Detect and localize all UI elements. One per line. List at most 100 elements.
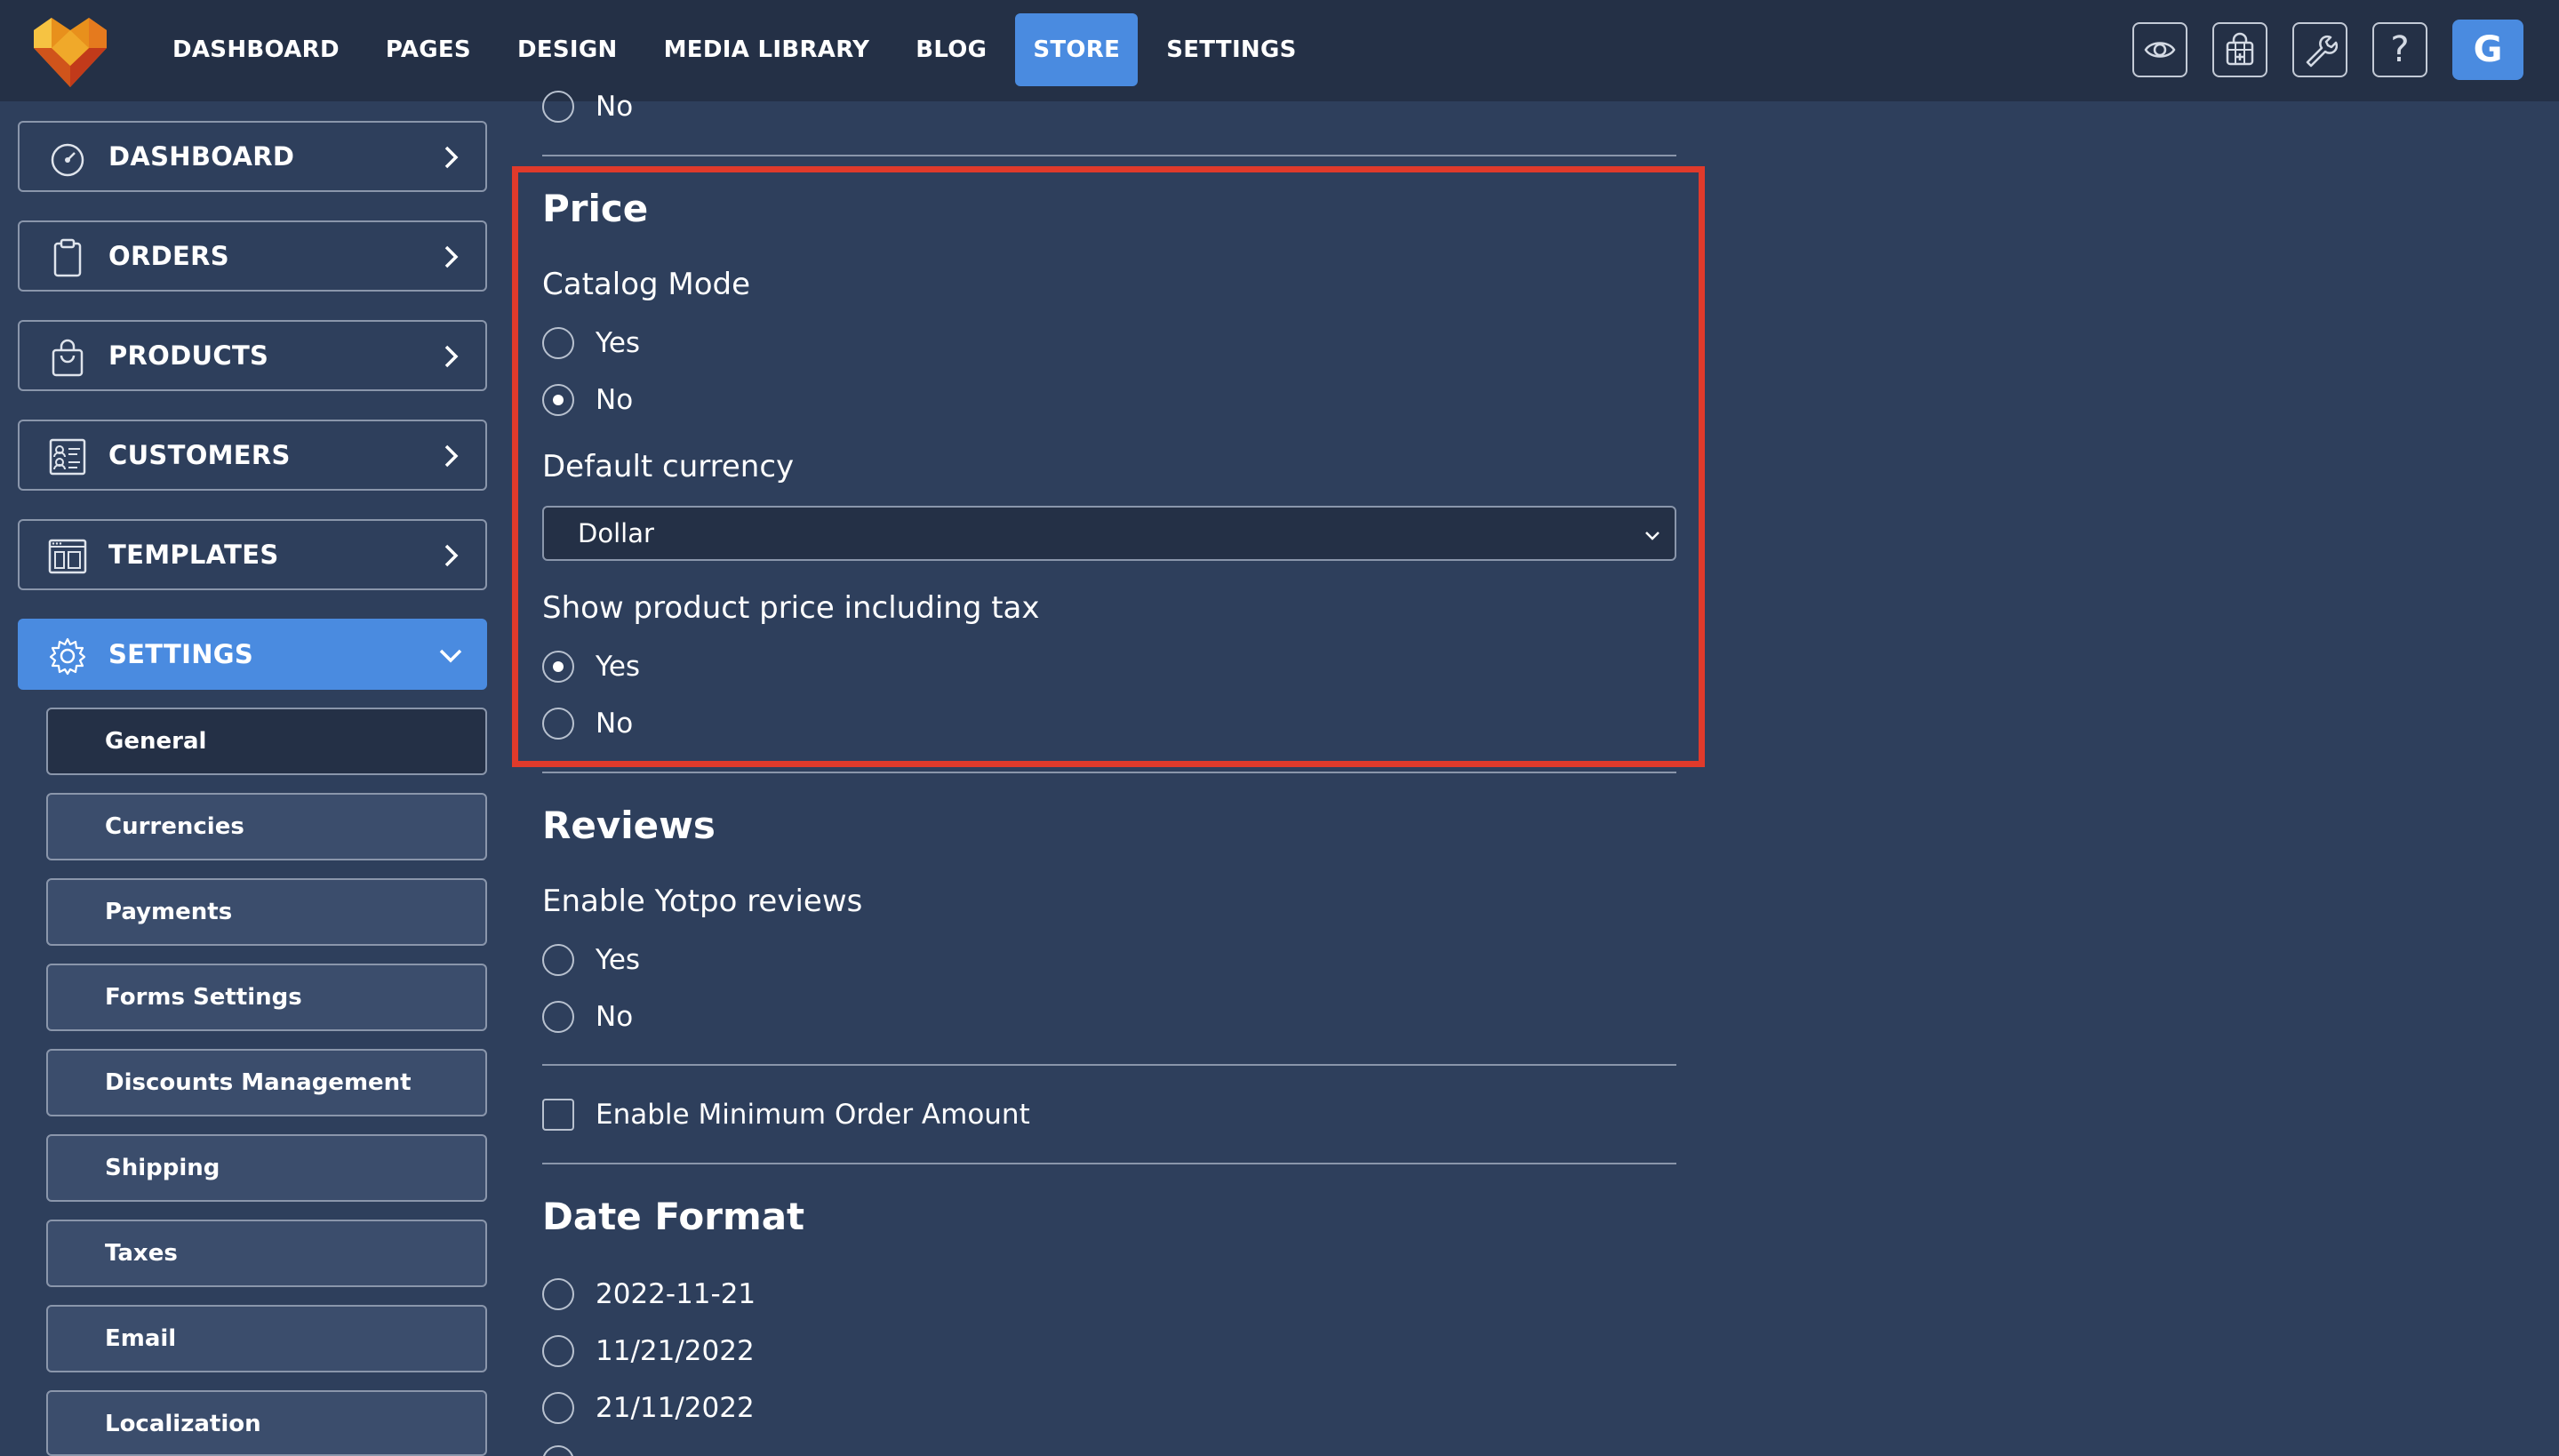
radio-label: 2022-11-21 (596, 1278, 756, 1310)
radio-label: No (596, 384, 634, 416)
user-avatar[interactable]: G (2452, 20, 2523, 80)
nav-settings[interactable]: SETTINGS (1148, 13, 1314, 86)
radio-button[interactable] (542, 708, 574, 740)
sidebar-item-customers[interactable]: CUSTOMERS (18, 420, 487, 491)
divider (542, 772, 1676, 773)
logo-icon[interactable] (32, 14, 108, 87)
sidebar-item-label: PRODUCTS (108, 340, 269, 371)
catalog-mode-yes[interactable]: Yes (542, 325, 640, 361)
chevron-right-icon (444, 345, 459, 368)
eye-icon (2144, 42, 2176, 58)
default-currency-select[interactable]: Dollar (542, 506, 1676, 561)
add-store-button[interactable] (2212, 22, 2267, 77)
sidebar-item-label: TEMPLATES (108, 540, 279, 570)
nav-dashboard[interactable]: DASHBOARD (155, 13, 357, 86)
price-tax-yes[interactable]: Yes (542, 649, 640, 684)
nav-media-library[interactable]: MEDIA LIBRARY (646, 13, 888, 86)
date-format-option[interactable] (542, 1445, 574, 1456)
layout-icon (48, 539, 87, 574)
chevron-right-icon (444, 245, 459, 268)
radio-label: Yes (596, 327, 641, 359)
radio-label: 21/11/2022 (596, 1392, 755, 1424)
help-button[interactable]: ? (2372, 22, 2427, 77)
sidebar-item-label: DASHBOARD (108, 141, 295, 172)
sidebar-sub-forms-settings[interactable]: Forms Settings (46, 964, 487, 1031)
radio-label: Yes (596, 944, 641, 976)
nav-store[interactable]: STORE (1015, 13, 1139, 86)
contacts-icon (49, 438, 86, 476)
divider (542, 155, 1676, 156)
sidebar-sub-localization[interactable]: Localization (46, 1390, 487, 1456)
price-tax-label: Show product price including tax (542, 590, 1040, 626)
gear-icon (49, 637, 86, 676)
radio-button[interactable] (542, 1392, 574, 1424)
sidebar-item-dashboard[interactable]: DASHBOARD (18, 121, 487, 192)
radio-button[interactable] (542, 944, 574, 976)
checkbox-label: Enable Minimum Order Amount (596, 1099, 1030, 1131)
sidebar-item-label: ORDERS (108, 241, 229, 271)
radio-button[interactable] (542, 327, 574, 359)
divider (542, 1064, 1676, 1066)
radio-button[interactable] (542, 384, 574, 416)
date-format-section-title: Date Format (542, 1195, 805, 1238)
divider (542, 1163, 1676, 1164)
sidebar-sub-general[interactable]: General (46, 708, 487, 775)
radio-button[interactable] (542, 91, 574, 123)
date-format-option[interactable]: 21/11/2022 (542, 1390, 755, 1426)
chevron-down-icon (439, 649, 462, 663)
yotpo-yes[interactable]: Yes (542, 942, 640, 978)
min-order-checkbox-row[interactable]: Enable Minimum Order Amount (542, 1097, 1030, 1132)
sidebar-sub-payments[interactable]: Payments (46, 878, 487, 946)
sidebar-sub-currencies[interactable]: Currencies (46, 793, 487, 860)
gauge-icon (51, 143, 84, 177)
yotpo-label: Enable Yotpo reviews (542, 884, 863, 919)
radio-label: No (596, 91, 634, 123)
price-section-title: Price (542, 187, 649, 230)
radio-label: No (596, 708, 634, 740)
help-icon: ? (2390, 29, 2410, 70)
tools-button[interactable] (2292, 22, 2347, 77)
nav-blog[interactable]: BLOG (898, 13, 1004, 86)
radio-button[interactable] (542, 1445, 574, 1456)
previous-no-radio[interactable]: No (542, 89, 633, 124)
sidebar-sub-email[interactable]: Email (46, 1305, 487, 1372)
yotpo-no[interactable]: No (542, 999, 633, 1035)
select-value: Dollar (578, 518, 654, 548)
chevron-right-icon (444, 544, 459, 567)
radio-button[interactable] (542, 1335, 574, 1367)
preview-button[interactable] (2132, 22, 2187, 77)
nav-design[interactable]: DESIGN (500, 13, 636, 86)
top-navigation-bar: DASHBOARD PAGES DESIGN MEDIA LIBRARY BLO… (0, 0, 2559, 101)
sidebar-item-templates[interactable]: TEMPLATES (18, 519, 487, 590)
catalog-mode-label: Catalog Mode (542, 267, 751, 302)
radio-button[interactable] (542, 1001, 574, 1033)
min-order-checkbox[interactable] (542, 1099, 574, 1131)
date-format-option[interactable]: 11/21/2022 (542, 1333, 755, 1369)
default-currency-label: Default currency (542, 449, 795, 484)
sidebar-item-products[interactable]: PRODUCTS (18, 320, 487, 391)
radio-label: No (596, 1001, 634, 1033)
sidebar-item-orders[interactable]: ORDERS (18, 220, 487, 292)
store-icon (2226, 32, 2254, 66)
sidebar-sub-discounts-management[interactable]: Discounts Management (46, 1049, 487, 1116)
sidebar-item-label: CUSTOMERS (108, 440, 291, 470)
main-nav: DASHBOARD PAGES DESIGN MEDIA LIBRARY BLO… (155, 13, 1325, 86)
sidebar-item-label: SETTINGS (108, 639, 254, 669)
nav-pages[interactable]: PAGES (368, 13, 489, 86)
date-format-option[interactable]: 2022-11-21 (542, 1276, 756, 1312)
sidebar-item-settings[interactable]: SETTINGS (18, 619, 487, 690)
catalog-mode-no[interactable]: No (542, 382, 633, 418)
clipboard-icon (53, 238, 82, 277)
bag-icon (52, 339, 84, 377)
chevron-down-icon (1645, 532, 1659, 540)
price-tax-no[interactable]: No (542, 706, 633, 741)
chevron-right-icon (444, 146, 459, 169)
radio-label: 11/21/2022 (596, 1335, 755, 1367)
radio-button[interactable] (542, 1278, 574, 1310)
sidebar-sub-shipping[interactable]: Shipping (46, 1134, 487, 1202)
chevron-right-icon (444, 444, 459, 468)
radio-button[interactable] (542, 651, 574, 683)
radio-label: Yes (596, 651, 641, 683)
sidebar-sub-taxes[interactable]: Taxes (46, 1220, 487, 1287)
reviews-section-title: Reviews (542, 804, 716, 847)
